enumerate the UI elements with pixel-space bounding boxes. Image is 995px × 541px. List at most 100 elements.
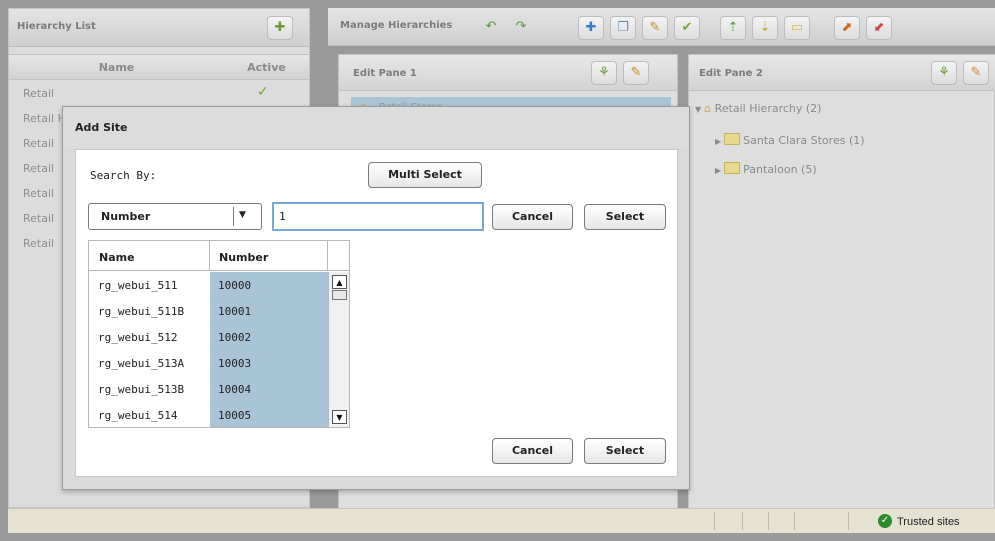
add-site-dialog: Add Site Search By: Multi Select Number … [62,106,690,490]
site-number-cell: 10003 [218,357,252,370]
status-divider [794,512,795,530]
hierarchy-row-name: Retail [23,87,55,100]
edit-pane-1-title: Edit Pane 1 [353,68,417,79]
site-number-cell: 10002 [218,331,252,344]
table-row[interactable]: rg_webui_513A 10003 [89,350,327,376]
dialog-title: Add Site [75,121,128,134]
tree-node-child[interactable]: ▶ Pantaloon (5) [715,162,817,176]
dialog-body: Search By: Multi Select Number ▼ Cancel … [75,149,678,477]
trusted-sites-icon: ✓ [878,514,892,528]
manage-hierarchies-toolbar: Manage Hierarchies ↶ ↷ ✚ ❐ ✎ ✔ ⇡ ⇣ ▭ ⬈ ⬋ [328,8,995,46]
status-divider [768,512,769,530]
hierarchy-row-name: Retail [23,212,55,225]
search-by-dropdown[interactable]: Number ▼ [88,203,262,230]
edit-pane-1-header: Edit Pane 1 ⚘ ✎ [339,55,677,91]
tree-node-root[interactable]: ▼ ⌂ Retail Hierarchy (2) [695,102,821,115]
check-icon: ✔ [681,20,693,35]
edit-pane-2: Edit Pane 2 ⚘ ✎ ▼ ⌂ Retail Hierarchy (2) … [688,54,995,510]
redo-icon: ↷ [515,19,527,34]
status-divider [714,512,715,530]
table-row[interactable]: rg_webui_514 10005 [89,402,327,428]
site-number-cell: 10004 [218,383,252,396]
approve-button[interactable]: ✔ [674,16,700,40]
dialog-header[interactable]: Add Site [63,107,689,147]
tree-node-child[interactable]: ▶ Santa Clara Stores (1) [715,133,865,147]
site-name-cell: rg_webui_513A [98,357,185,370]
results-table-header: Name Number [89,241,349,271]
move-up-icon: ⇡ [727,20,739,35]
scroll-up-icon[interactable]: ▲ [332,275,347,289]
move-down-icon: ⇣ [759,20,771,35]
edit-icon: ✎ [649,20,661,35]
search-by-selected-value: Number [101,210,151,223]
tree-icon: ⚘ [598,65,610,80]
table-row[interactable]: rg_webui_511B 10001 [89,298,327,324]
undo-button[interactable]: ↶ [478,16,504,40]
site-name-cell: rg_webui_511 [98,279,178,292]
site-name-cell: rg_webui_514 [98,409,178,422]
column-header-active[interactable]: Active [224,61,309,74]
move-up-button[interactable]: ⇡ [720,16,746,40]
table-row[interactable]: rg_webui_512 10002 [89,324,327,350]
move-down-button[interactable]: ⇣ [752,16,778,40]
pane1-tree-button[interactable]: ⚘ [591,61,617,85]
manage-hierarchies-title: Manage Hierarchies [340,20,453,31]
export-button[interactable]: ⬈ [834,16,860,40]
folder-icon: ▭ [790,20,804,35]
table-row[interactable]: rg_webui_513B 10004 [89,376,327,402]
folder-icon [724,162,741,174]
copy-button[interactable]: ❐ [610,16,636,40]
import-icon: ⬋ [873,20,885,35]
undo-icon: ↶ [485,19,497,34]
add-button[interactable]: ✚ [578,16,604,40]
column-divider [327,241,328,271]
search-by-label: Search By: [90,169,157,182]
import-button[interactable]: ⬋ [866,16,892,40]
hierarchy-row-name: Retail [23,162,55,175]
chevron-down-icon[interactable]: ▼ [239,210,246,220]
select-search-button[interactable]: Select [584,204,666,230]
pane1-edit-button[interactable]: ✎ [623,61,649,85]
hierarchy-list-title: Hierarchy List [17,21,96,32]
cancel-search-button[interactable]: Cancel [492,204,573,230]
pane2-edit-button[interactable]: ✎ [963,61,989,85]
site-number-cell: 10005 [218,409,252,422]
edit-icon: ✎ [630,65,642,80]
scrollbar-thumb[interactable] [332,290,347,300]
collapsed-arrow-icon[interactable]: ▶ [715,137,721,146]
folder-button[interactable]: ▭ [784,16,810,40]
scroll-down-icon[interactable]: ▼ [332,410,347,424]
column-header-name[interactable]: Name [9,61,224,74]
redo-button[interactable]: ↷ [508,16,534,40]
status-divider [742,512,743,530]
add-hierarchy-icon: ✚ [274,20,286,35]
browser-status-bar: ✓ Trusted sites [8,508,995,533]
site-name-cell: rg_webui_512 [98,331,178,344]
add-icon: ✚ [585,20,597,35]
column-divider [209,241,210,271]
cancel-button[interactable]: Cancel [492,438,573,464]
results-scrollbar[interactable]: ▲ ▼ [328,272,349,427]
search-input[interactable] [272,202,484,231]
multi-select-button[interactable]: Multi Select [368,162,482,188]
edit-button[interactable]: ✎ [642,16,668,40]
select-button[interactable]: Select [584,438,666,464]
add-hierarchy-button[interactable]: ✚ [267,16,293,40]
expand-arrow-icon[interactable]: ▼ [695,105,701,114]
hierarchy-row-name: Retail [23,137,55,150]
hierarchy-row[interactable]: Retail ✓ [9,81,309,106]
results-table: Name Number rg_webui_511 10000 rg_webui_… [88,240,350,428]
column-header-number[interactable]: Number [219,251,268,264]
store-icon: ⌂ [704,102,712,115]
table-row[interactable]: rg_webui_511 10000 [89,272,327,298]
column-header-name[interactable]: Name [99,251,135,264]
site-number-cell: 10001 [218,305,252,318]
hierarchy-list-header: Hierarchy List ✚ [9,9,309,47]
pane2-tree-button[interactable]: ⚘ [931,61,957,85]
collapsed-arrow-icon[interactable]: ▶ [715,166,721,175]
hierarchy-list-column-headers: Name Active [9,54,309,80]
copy-icon: ❐ [617,20,629,35]
check-icon: ✓ [257,84,269,100]
site-number-cell: 10000 [218,279,252,292]
export-icon: ⬈ [841,20,853,35]
